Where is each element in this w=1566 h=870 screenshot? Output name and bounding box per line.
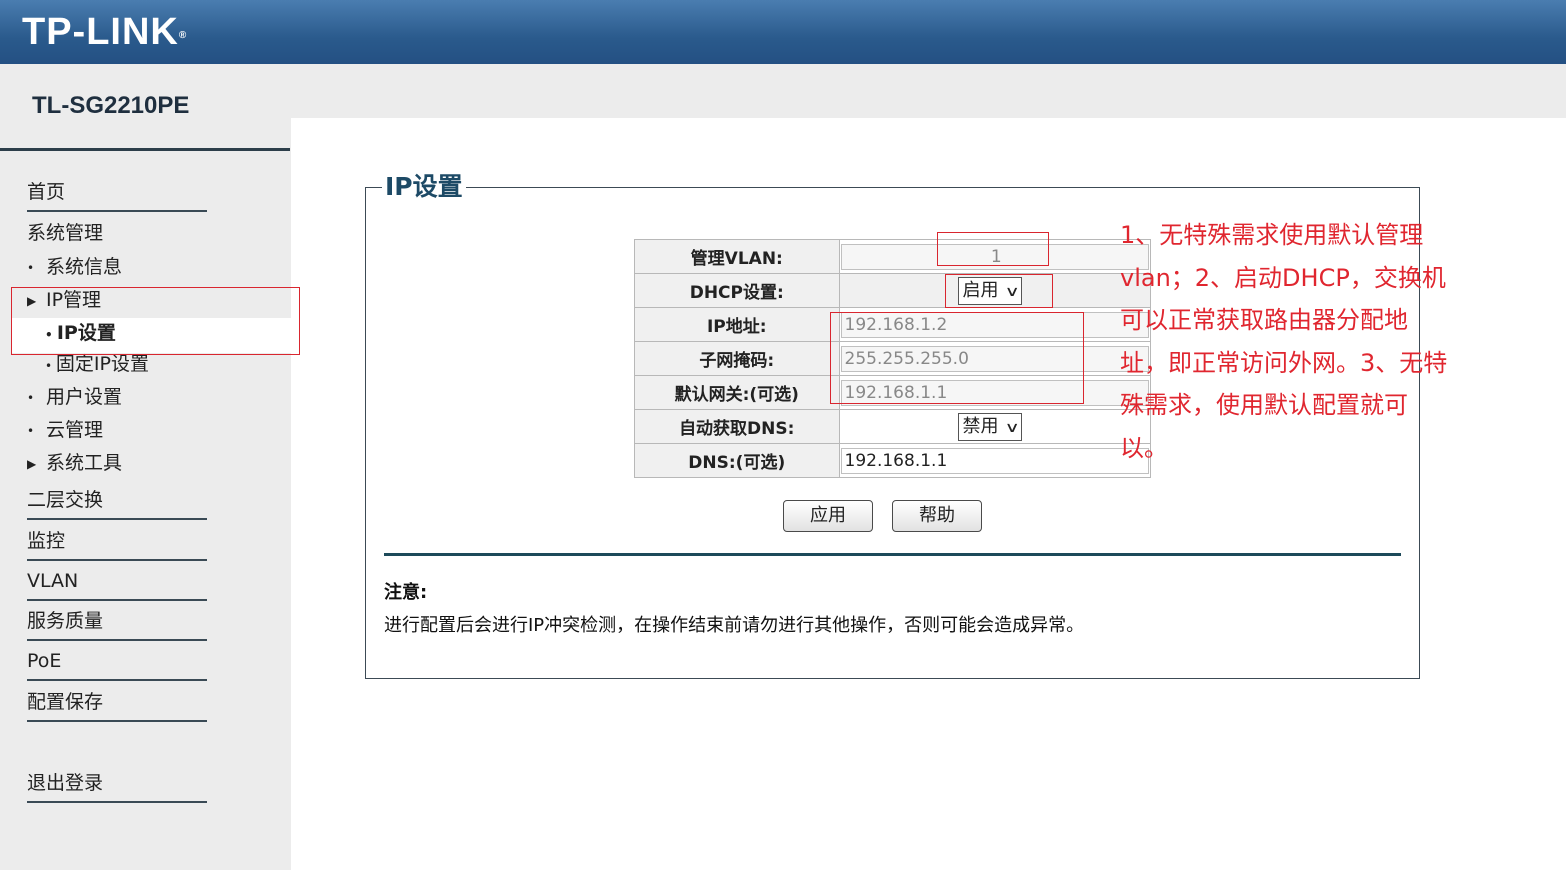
nav-static-ip[interactable]: • 固定IP设置: [45, 352, 149, 378]
row-dhcp: DHCP设置: 启用 ∨: [634, 273, 1152, 308]
mgmt-vlan-label: 管理VLAN:: [634, 239, 840, 274]
apply-button[interactable]: 应用: [783, 500, 873, 532]
nav-monitor[interactable]: 监控: [27, 529, 207, 561]
nav-save-config[interactable]: 配置保存: [27, 690, 207, 722]
auto-dns-label: 自动获取DNS:: [634, 409, 840, 444]
subnet-mask-label: 子网掩码:: [634, 341, 840, 376]
row-dns: DNS:(可选) 192.168.1.1: [634, 443, 1152, 478]
nav-cloud-management[interactable]: • 云管理: [27, 418, 103, 443]
nav-system-info[interactable]: • 系统信息: [27, 255, 122, 280]
auto-dns-select[interactable]: 禁用 ∨: [957, 412, 1022, 441]
bullet-icon: •: [27, 260, 35, 275]
nav-logout[interactable]: 退出登录: [27, 771, 207, 803]
nav-vlan[interactable]: VLAN: [27, 569, 207, 601]
annotation-box-dhcp: [945, 274, 1053, 308]
nav-poe[interactable]: PoE: [27, 649, 207, 681]
panel-title: IP设置: [382, 170, 466, 204]
note-title: 注意:: [384, 582, 428, 603]
annotation-box-vlan: [937, 232, 1049, 266]
nav-system-tools[interactable]: ▶ 系统工具: [27, 451, 122, 476]
annotation-box-ip-menu: [11, 287, 300, 355]
bullet-icon: •: [45, 359, 56, 373]
row-mgmt-vlan: 管理VLAN: 1: [634, 239, 1152, 274]
annotation-box-ip-fields: [830, 312, 1084, 404]
dhcp-label: DHCP设置:: [634, 273, 840, 308]
dns-input[interactable]: 192.168.1.1: [840, 447, 1149, 474]
nav-user-settings[interactable]: • 用户设置: [27, 385, 122, 410]
chevron-down-icon: ∨: [1003, 419, 1020, 436]
nav-layer2-switching[interactable]: 二层交换: [27, 488, 207, 520]
note-text: 进行配置后会进行IP冲突检测，在操作结束前请勿进行其他操作，否则可能会造成异常。: [384, 615, 1085, 636]
model-name: TL-SG2210PE: [32, 92, 190, 119]
ip-address-label: IP地址:: [634, 307, 840, 342]
triangle-right-icon: ▶: [27, 456, 37, 471]
nav-home[interactable]: 首页: [27, 180, 207, 212]
dns-label: DNS:(可选): [634, 443, 840, 478]
panel-divider: [384, 553, 1401, 556]
row-auto-dns: 自动获取DNS: 禁用 ∨: [634, 409, 1152, 444]
nav-qos[interactable]: 服务质量: [27, 609, 207, 641]
header-bar: TP-LINK®: [0, 0, 1566, 64]
annotation-text: 1、无特殊需求使用默认管理vlan；2、启动DHCP，交换机可以正常获取路由器分…: [1120, 221, 1448, 462]
gateway-label: 默认网关:(可选): [634, 375, 840, 410]
bullet-icon: •: [27, 390, 35, 405]
help-button[interactable]: 帮助: [892, 500, 982, 532]
nav-system-management[interactable]: 系统管理: [27, 221, 207, 251]
bullet-icon: •: [27, 423, 35, 438]
model-divider: [0, 148, 290, 151]
tp-link-logo: TP-LINK®: [22, 11, 188, 53]
